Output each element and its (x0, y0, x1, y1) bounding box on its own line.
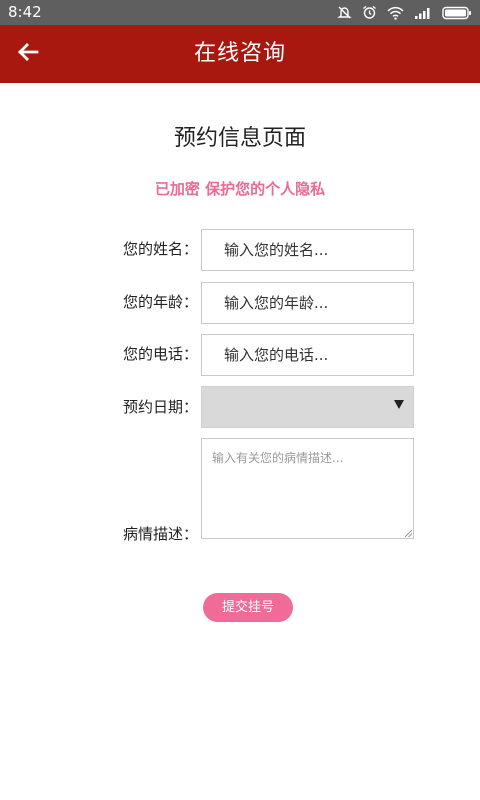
page-title: 在线咨询 (193, 41, 286, 66)
description-textarea[interactable] (201, 438, 414, 539)
age-field[interactable] (201, 282, 414, 324)
date-select[interactable] (201, 386, 414, 428)
bell-off-icon (337, 5, 352, 20)
app-bar: 在线咨询 (0, 25, 480, 83)
form-heading: 预约信息页面 (173, 126, 306, 151)
dropdown-arrow-icon (394, 400, 404, 409)
phone-field[interactable] (201, 334, 414, 376)
signal-icon (414, 6, 432, 19)
alarm-icon (362, 5, 377, 20)
battery-icon (442, 6, 472, 20)
wifi-icon (387, 6, 404, 20)
name-label: 您的姓名： (122, 240, 198, 258)
phone-label: 您的电话： (122, 345, 198, 363)
status-time: 8:42 (8, 3, 42, 21)
submit-button[interactable]: 提交挂号 (203, 593, 293, 622)
status-bar: 8:42 (0, 0, 480, 25)
description-label: 病情描述： (122, 525, 198, 543)
age-label: 您的年龄： (122, 293, 198, 311)
name-field[interactable] (201, 229, 414, 271)
date-label: 预约日期： (122, 398, 198, 416)
resize-handle-icon[interactable] (405, 530, 412, 537)
privacy-note: 已加密 保护您的个人隐私 (154, 180, 326, 198)
status-icons (337, 4, 472, 21)
